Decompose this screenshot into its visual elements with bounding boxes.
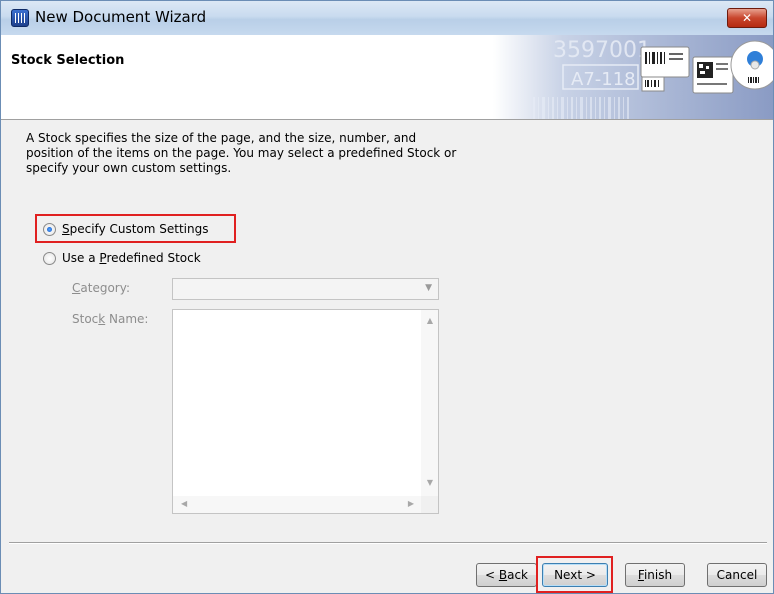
- scrollbar-corner: [421, 496, 438, 513]
- stock-name-label: Stock Name:: [72, 312, 149, 326]
- stock-name-listbox[interactable]: ▲ ▼ ◀ ▶: [172, 309, 439, 514]
- scroll-right-arrow-icon[interactable]: ▶: [408, 499, 414, 508]
- window-title: New Document Wizard: [35, 8, 207, 26]
- footer-separator: [9, 542, 767, 544]
- app-icon: [11, 9, 29, 27]
- chevron-down-icon: ▼: [425, 283, 432, 293]
- page-title: Stock Selection: [11, 53, 125, 68]
- stock-description: A Stock specifies the size of the page, …: [26, 131, 457, 175]
- option-label: Use a Predefined Stock: [62, 251, 201, 265]
- banner-number-1: 3597001: [553, 38, 651, 63]
- cancel-button[interactable]: Cancel: [707, 563, 767, 587]
- close-button[interactable]: ✕: [727, 8, 767, 28]
- highlight-box-next: [536, 556, 613, 593]
- back-button[interactable]: < Back: [476, 563, 537, 587]
- banner-number-2: A7-118: [571, 69, 636, 90]
- vertical-scrollbar[interactable]: ▲ ▼: [421, 310, 438, 496]
- wizard-content: A Stock specifies the size of the page, …: [1, 120, 773, 542]
- wizard-header: Stock Selection 3597001 A7-118: [1, 35, 773, 120]
- highlight-box-custom-settings: [35, 214, 236, 243]
- radio-use-predefined-stock[interactable]: Use a Predefined Stock: [43, 251, 201, 265]
- horizontal-scrollbar[interactable]: ◀ ▶: [173, 496, 422, 513]
- category-dropdown[interactable]: ▼: [172, 278, 439, 300]
- scroll-left-arrow-icon[interactable]: ◀: [181, 499, 187, 508]
- scroll-up-arrow-icon[interactable]: ▲: [427, 316, 433, 325]
- radio-button-unchecked-icon[interactable]: [43, 251, 56, 265]
- title-bar[interactable]: New Document Wizard ✕: [1, 1, 773, 35]
- close-icon: ✕: [741, 11, 753, 25]
- finish-button[interactable]: Finish: [625, 563, 685, 587]
- scroll-down-arrow-icon[interactable]: ▼: [427, 478, 433, 487]
- barcode-banner-image: 3597001 A7-118: [493, 35, 773, 119]
- category-label: Category:: [72, 281, 130, 295]
- wizard-window: New Document Wizard ✕ Stock Selection 35…: [0, 0, 774, 594]
